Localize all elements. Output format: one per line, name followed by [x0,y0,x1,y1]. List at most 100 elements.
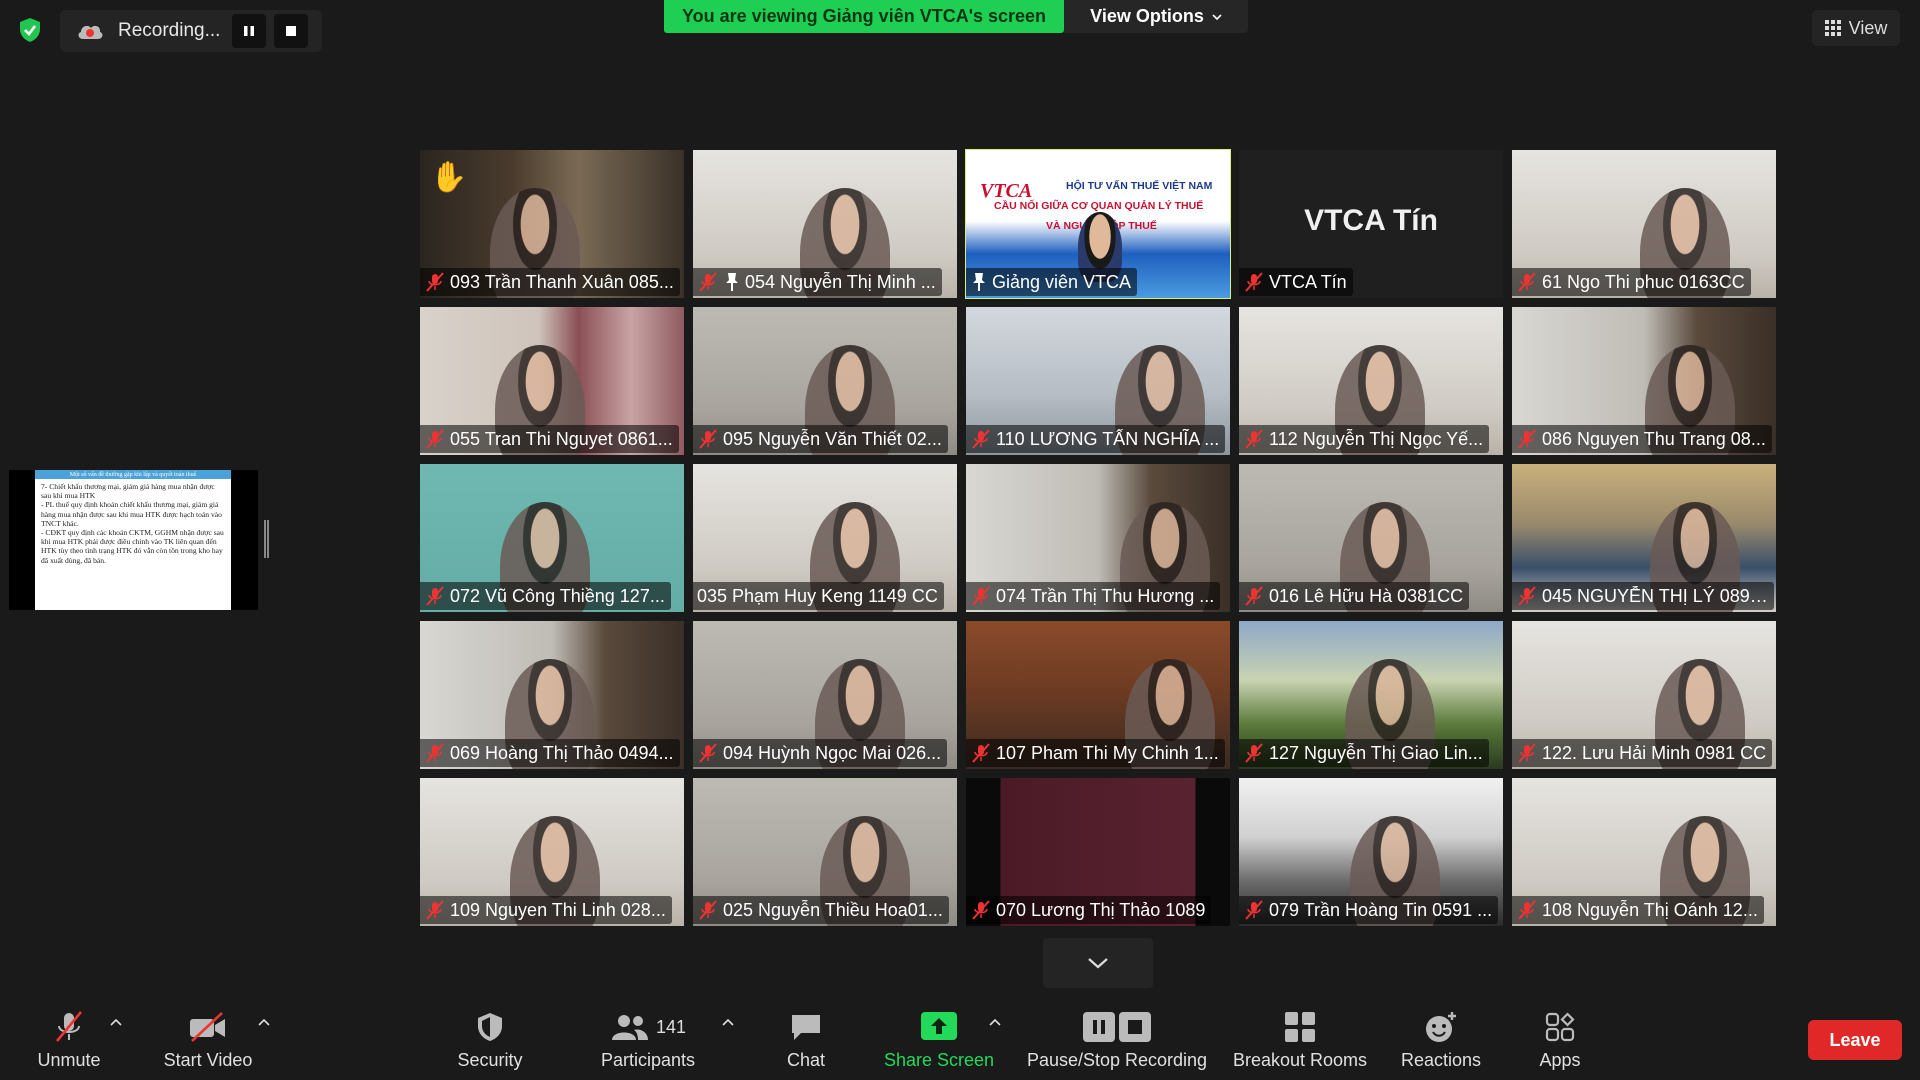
share-screen-label: Share Screen [883,1050,995,1070]
cloud-recording-icon [76,20,106,42]
chevron-down-icon [1088,958,1108,969]
microphone-muted-icon [697,742,719,764]
participant-name: Giảng viên VTCA [992,271,1132,292]
participant-tile[interactable]: 109 Nguyen Thi Linh 028... [420,778,684,926]
apps-button[interactable]: Apps [1520,996,1600,1080]
participant-tile[interactable]: 054 Nguyễn Thị Minh ... [693,150,957,298]
viewing-screen-banner: You are viewing Giảng viên VTCA's screen [664,0,1064,33]
view-options-dropdown[interactable]: View Options [1064,0,1248,33]
participant-name: 072 Vũ Công Thiềng 127... [450,585,665,606]
unmute-label: Unmute [37,1050,101,1070]
participant-name: 093 Trần Thanh Xuân 085... [450,271,674,292]
microphone-muted-icon [1243,742,1265,764]
participant-tile[interactable]: 074 Trần Thị Thu Hương ... [966,464,1230,612]
participant-nameplate: 112 Nguyễn Thị Ngọc Yế... [1239,425,1490,453]
raised-hand-icon: ✋ [430,161,468,194]
participant-name: 054 Nguyễn Thị Minh ... [745,271,936,292]
participants-options-caret-icon[interactable] [720,1014,736,1030]
security-button[interactable]: Security [450,996,530,1080]
leave-meeting-button[interactable]: Leave [1808,1020,1902,1060]
microphone-muted-icon [697,899,719,921]
microphone-muted-icon [1243,428,1265,450]
participant-tile[interactable]: 127 Nguyễn Thị Giao Lin... [1239,621,1503,769]
participant-tile[interactable]: 016 Lê Hữu Hà 0381CC [1239,464,1503,612]
participant-tile[interactable]: 108 Nguyễn Thị Oánh 12... [1512,778,1776,926]
participant-nameplate: 055 Tran Thi Nguyet 0861... [420,425,679,453]
video-camera-off-icon [188,1004,228,1050]
participant-tile[interactable]: 045 NGUYỄN THỊ LÝ 0890... [1512,464,1776,612]
participant-tile[interactable]: 079 Trần Hoàng Tin 0591 ... [1239,778,1503,926]
participant-tile[interactable]: 095 Nguyễn Văn Thiết 02... [693,307,957,455]
participant-tile[interactable]: 070 Lương Thị Thảo 1089 [966,778,1230,926]
collapse-gallery-button[interactable] [1043,938,1153,988]
participant-name: 110 LƯƠNG TẤN NGHĨA ... [996,428,1220,449]
microphone-muted-icon [51,1004,87,1050]
microphone-muted-icon [1516,271,1538,293]
microphone-muted-icon [970,742,992,764]
unmute-button[interactable]: Unmute [28,996,110,1080]
share-screen-arrow-icon [921,1004,957,1050]
active-speaker-tile[interactable]: VTCA HỘI TƯ VẤN THUẾ VIỆT NAM CẦU NỐI GIỮA… [965,149,1231,299]
view-layout-button[interactable]: View [1812,10,1900,46]
stop-recording-button[interactable] [274,14,308,48]
participant-tile[interactable]: 122. Lưu Hải Minh 0981 CC [1512,621,1776,769]
participant-tile[interactable]: 086 Nguyen Thu Trang 08... [1512,307,1776,455]
participant-tile[interactable]: 069 Hoàng Thị Thảo 0494... [420,621,684,769]
participants-button[interactable]: 141 Participants [596,996,700,1080]
share-screen-button[interactable]: Share Screen [878,996,1000,1080]
shared-doc-line: 7- Chiết khấu thương mại, giảm giá hàng … [41,482,215,501]
participant-name: 035 Phạm Huy Keng 1149 CC [697,585,938,606]
participant-name: 122. Lưu Hải Minh 0981 CC [1542,742,1767,763]
microphone-muted-icon [1516,899,1538,921]
breakout-rooms-button[interactable]: Breakout Rooms [1228,996,1372,1080]
shared-document: Một số vấn đề thường gặp khi lập và quyế… [35,470,231,610]
participant-tile[interactable]: 094 Huỳnh Ngọc Mai 026... [693,621,957,769]
security-label: Security [457,1050,523,1070]
participant-tile[interactable]: 035 Phạm Huy Keng 1149 CC [693,464,957,612]
microphone-muted-icon [424,899,446,921]
participant-nameplate: 086 Nguyen Thu Trang 08... [1512,425,1772,453]
participant-nameplate: 035 Phạm Huy Keng 1149 CC [693,582,944,610]
participant-nameplate: 070 Lương Thị Thảo 1089 [966,896,1212,924]
participant-tile[interactable]: 112 Nguyễn Thị Ngọc Yế... [1239,307,1503,455]
participant-nameplate: VTCA Tín [1239,268,1353,296]
participant-nameplate: 122. Lưu Hải Minh 0981 CC [1512,739,1773,767]
share-options-caret-icon[interactable] [987,1014,1003,1030]
participant-name: 095 Nguyễn Văn Thiết 02... [723,428,942,449]
microphone-muted-icon [1516,428,1538,450]
shared-screen-thumbnail[interactable]: Một số vấn đề thường gặp khi lập và quyế… [9,470,258,610]
view-options-label: View Options [1090,6,1204,26]
reactions-button[interactable]: Reactions [1396,996,1486,1080]
participant-name: 069 Hoàng Thị Thảo 0494... [450,742,674,763]
encryption-shield-icon[interactable] [14,12,46,48]
participant-name: 108 Nguyễn Thị Oánh 12... [1542,899,1758,920]
participant-name: 045 NGUYỄN THỊ LÝ 0890... [1542,585,1768,606]
pause-stop-recording-label: Pause/Stop Recording [1026,1050,1208,1070]
chat-bubble-icon [789,1004,823,1050]
participant-tile[interactable]: 107 Pham Thi My Chinh 1... [966,621,1230,769]
microphone-muted-icon [424,271,446,293]
pause-recording-button[interactable] [232,14,266,48]
participant-tile[interactable]: VTCA Tín VTCA Tín [1239,150,1503,298]
chat-button[interactable]: Chat [772,996,840,1080]
participant-nameplate: 127 Nguyễn Thị Giao Lin... [1239,739,1489,767]
video-options-caret-icon[interactable] [256,1014,272,1030]
participant-tile[interactable]: 110 LƯƠNG TẤN NGHĨA ... [966,307,1230,455]
shared-doc-header: Một số vấn đề thường gặp khi lập và quyế… [35,470,231,479]
participant-tile[interactable]: ✋ 093 Trần Thanh Xuân 085... [420,150,684,298]
microphone-muted-icon [697,428,719,450]
participant-nameplate: 025 Nguyễn Thiều Hoa01... [693,896,949,924]
participant-nameplate: 072 Vũ Công Thiềng 127... [420,582,671,610]
participant-tile[interactable]: 025 Nguyễn Thiều Hoa01... [693,778,957,926]
chevron-down-icon [1212,13,1222,20]
start-video-button[interactable]: Start Video [156,996,260,1080]
participant-tile[interactable]: 072 Vũ Công Thiềng 127... [420,464,684,612]
start-video-label: Start Video [163,1050,253,1070]
participant-tile[interactable]: 055 Tran Thi Nguyet 0861... [420,307,684,455]
participant-name: 070 Lương Thị Thảo 1089 [996,899,1206,920]
audio-options-caret-icon[interactable] [108,1014,124,1030]
pause-stop-recording-button[interactable]: Pause/Stop Recording [1022,996,1212,1080]
thumbnail-resize-handle[interactable] [264,520,269,558]
participant-tile[interactable]: 61 Ngo Thi phuc 0163CC [1512,150,1776,298]
participant-nameplate: 054 Nguyễn Thị Minh ... [693,268,942,296]
